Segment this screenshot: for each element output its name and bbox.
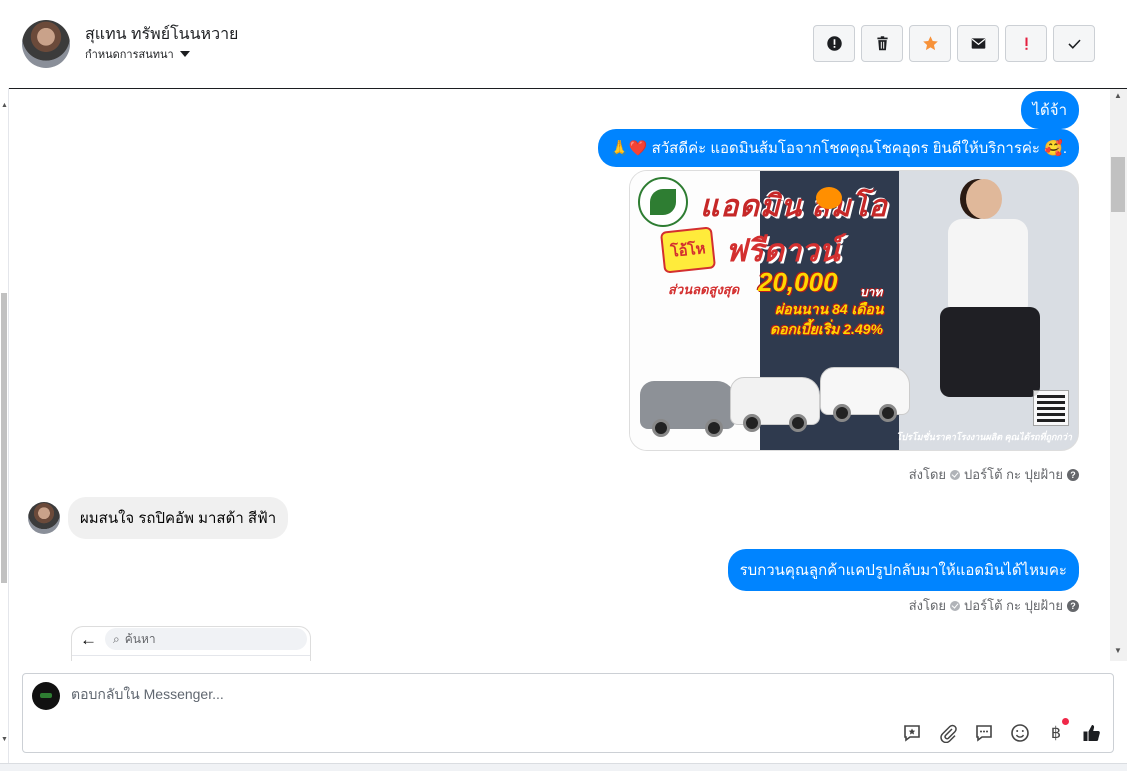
inbox-conversation-page: ▲ ▼ สุแทน ทรัพย์โนนหวาย กำหนดการสนทนา ได… xyxy=(0,0,1127,771)
conversation-header: สุแทน ทรัพย์โนนหวาย กำหนดการสนทนา xyxy=(9,0,1127,89)
exclamation-icon xyxy=(1024,37,1028,50)
message-scrollbar[interactable]: ▲ ▼ xyxy=(1110,89,1127,661)
help-icon[interactable]: ? xyxy=(1067,468,1079,481)
sent-by-prefix: ส่งโดย xyxy=(908,467,947,482)
left-scrollbar[interactable]: ▲ ▼ xyxy=(0,88,9,763)
reply-input[interactable] xyxy=(71,686,771,702)
envelope-icon xyxy=(971,38,985,49)
help-icon[interactable]: ? xyxy=(1067,599,1079,612)
reply-composer: ฿ xyxy=(22,673,1114,753)
promo-footer-text: โปรโมชั่นราคาโรงงานผลิต คุณได้รถที่ถูกกว… xyxy=(896,432,1072,442)
dealer-logo-icon xyxy=(638,177,688,227)
verified-check-icon xyxy=(950,600,961,611)
promo-amount: 20,000 xyxy=(758,267,838,297)
mark-done-button[interactable] xyxy=(1053,25,1095,62)
composer-actions: ฿ xyxy=(901,718,1103,744)
window-bottom-edge xyxy=(0,763,1127,771)
sent-by-label: ส่งโดย ปอร์โต้ กะ ปุยฝ้าย ? xyxy=(909,464,1079,485)
outgoing-message-bubble[interactable]: ได้จ้า xyxy=(1020,91,1079,129)
incoming-message-bubble[interactable]: ผมสนใจ รถปิคอัพ มาสด้า สีฟ้า xyxy=(68,497,289,539)
assign-conversation-dropdown[interactable]: กำหนดการสนทนา xyxy=(85,45,190,63)
star-icon xyxy=(922,36,938,51)
pomelo-icon xyxy=(816,187,842,209)
thumbs-up-icon[interactable] xyxy=(1081,722,1103,744)
left-scrollbar-thumb[interactable] xyxy=(1,293,7,583)
promo-rate: ดอกเบี้ยเริ่ม 2.49% xyxy=(770,321,883,337)
sent-by-label: ส่งโดย ปอร์โต้ กะ ปุยฝ้าย ? xyxy=(909,595,1079,616)
sent-by-name: ปอร์โต้ กะ ปุยฝ้าย xyxy=(964,467,1063,482)
scroll-down-arrow-icon[interactable]: ▼ xyxy=(1,736,8,743)
outgoing-message-bubble[interactable]: รบกวนคุณลูกค้าแคปรูปกลับมาให้แอดมินได้ไห… xyxy=(727,549,1079,591)
baht-payment-icon[interactable]: ฿ xyxy=(1045,718,1069,744)
back-arrow-icon: ← xyxy=(80,630,97,649)
promo-title: แอดมิน ส้มโอ xyxy=(700,190,888,223)
mark-spam-button[interactable] xyxy=(813,25,855,62)
qr-code-icon xyxy=(1033,390,1069,426)
incoming-screenshot-attachment[interactable]: ← ⌕ ค้นหา xyxy=(71,626,311,661)
assign-conversation-label: กำหนดการสนทนา xyxy=(85,49,174,61)
scroll-down-arrow-icon[interactable]: ▼ xyxy=(1114,646,1122,655)
promo-car-pickup-cage xyxy=(820,367,910,422)
conversation-toolbar xyxy=(813,25,1095,62)
contact-avatar[interactable] xyxy=(22,20,70,68)
sent-by-prefix: ส่งโดย xyxy=(908,598,947,613)
verified-check-icon xyxy=(950,469,961,480)
promo-discount-label: ส่วนลดสูงสุด xyxy=(668,282,740,297)
sent-by-name: ปอร์โต้ กะ ปุยฝ้าย xyxy=(964,598,1063,613)
contact-avatar-small[interactable] xyxy=(28,502,60,534)
trash-icon xyxy=(876,36,888,51)
embedded-search-bar: ⌕ ค้นหา xyxy=(105,628,307,650)
scroll-up-arrow-icon[interactable]: ▲ xyxy=(1114,91,1122,100)
page-avatar xyxy=(32,682,60,710)
emoji-icon[interactable] xyxy=(1009,722,1031,744)
delete-button[interactable] xyxy=(861,25,903,62)
message-scrollbar-thumb[interactable] xyxy=(1111,157,1125,212)
scroll-up-arrow-icon[interactable]: ▲ xyxy=(1,102,8,109)
star-button[interactable] xyxy=(909,25,951,62)
alert-circle-icon xyxy=(826,36,842,51)
outgoing-message-bubble[interactable]: 🙏❤️ สวัสดีค่ะ แอดมินส้มโอจากโชคคุณโชคอุด… xyxy=(598,129,1079,167)
notification-dot xyxy=(1062,718,1069,725)
search-icon: ⌕ xyxy=(113,631,120,646)
embedded-search-placeholder: ค้นหา xyxy=(124,631,156,646)
check-icon xyxy=(1067,39,1081,49)
saved-reply-icon[interactable] xyxy=(901,722,923,744)
mark-unread-button[interactable] xyxy=(957,25,999,62)
follow-up-button[interactable] xyxy=(1005,25,1047,62)
baht-symbol: ฿ xyxy=(1050,725,1062,742)
promo-car-sedan xyxy=(640,381,735,437)
promo-car-pickup xyxy=(730,377,820,432)
promo-installment: ผ่อนนาน 84 เดือน xyxy=(775,301,884,317)
attachment-icon[interactable] xyxy=(937,722,959,744)
promo-image-attachment[interactable]: แอดมิน ส้มโอ โอ้โห ฟรีดาวน์ ส่วนลดสูงสุด… xyxy=(629,170,1079,451)
contact-name[interactable]: สุแทน ทรัพย์โนนหวาย xyxy=(85,22,238,47)
message-thread[interactable]: ได้จ้า 🙏❤️ สวัสดีค่ะ แอดมินส้มโอจากโชคคุ… xyxy=(10,89,1110,661)
caret-down-icon xyxy=(179,51,190,57)
chat-bubble-icon[interactable] xyxy=(973,722,995,744)
promo-model-figure xyxy=(930,179,1050,409)
promo-badge: โอ้โห xyxy=(659,226,717,274)
